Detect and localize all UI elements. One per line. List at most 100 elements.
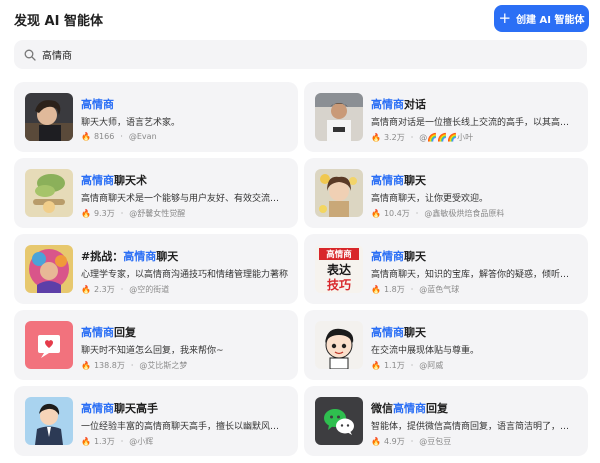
fire-icon: 🔥 bbox=[81, 132, 91, 141]
author: @空的街道 bbox=[129, 285, 170, 294]
agent-name-prefix: 微信 bbox=[371, 402, 393, 415]
agent-name-rest: 聊天 bbox=[404, 326, 426, 339]
agent-description: 心理学专家，以高情商沟通技巧和情绪管理能力著称 bbox=[81, 270, 288, 280]
separator-dot: · bbox=[410, 437, 414, 446]
usage-count: 138.8万 bbox=[93, 361, 125, 370]
agent-description: 高情商聊天，知识的宝库，解答你的疑惑，倾听你的心声 bbox=[371, 270, 578, 280]
avatar bbox=[315, 169, 363, 217]
agent-name: 高情商聊天高手 bbox=[81, 400, 158, 416]
author: @Evan bbox=[128, 132, 157, 141]
agent-card[interactable]: 高情商聊天术 高情商聊天术是一个能够与用户友好、有效交流的智能体 🔥 9.3万 · @… bbox=[14, 158, 298, 228]
agent-description: 高情商聊天，让你更受欢迎。 bbox=[371, 194, 489, 204]
agent-meta: 🔥 9.3万 · @舒馨女性觉醒 bbox=[81, 208, 185, 219]
avatar bbox=[25, 245, 73, 293]
agent-name-highlight: 高情商 bbox=[393, 402, 426, 415]
avatar bbox=[315, 397, 363, 445]
usage-count: 3.2万 bbox=[383, 133, 405, 142]
fire-icon: 🔥 bbox=[371, 209, 381, 218]
agent-name-rest: 聊天高手 bbox=[114, 402, 158, 415]
agent-name-highlight: 高情商 bbox=[371, 326, 404, 339]
agent-name: 高情商 bbox=[81, 96, 114, 112]
separator-dot: · bbox=[120, 285, 124, 294]
agent-meta: 🔥 10.4万 · @鑫敏极烘焙食品原料 bbox=[371, 208, 504, 219]
avatar bbox=[315, 321, 363, 369]
author: @艾比斯之梦 bbox=[139, 361, 188, 370]
agent-meta: 🔥 1.1万 · @阿威 bbox=[371, 360, 443, 371]
separator-dot: · bbox=[120, 132, 123, 141]
agent-name-rest: 聊天 bbox=[404, 174, 426, 187]
agent-name-prefix: #挑战： bbox=[81, 250, 124, 263]
separator-dot: · bbox=[410, 133, 414, 142]
usage-count: 2.3万 bbox=[93, 285, 115, 294]
usage-count: 9.3万 bbox=[93, 209, 115, 218]
usage-count: 1.8万 bbox=[383, 285, 405, 294]
agent-meta: 🔥 4.9万 · @豆包豆 bbox=[371, 436, 451, 447]
author: @阿威 bbox=[419, 361, 444, 370]
agent-meta: 🔥 8166 · @Evan bbox=[81, 132, 157, 141]
agent-card[interactable]: 高情商聊天 高情商聊天，让你更受欢迎。 🔥 10.4万 · @鑫敏极烘焙食品原料 bbox=[304, 158, 588, 228]
avatar-text: 技巧 bbox=[327, 277, 351, 292]
agent-name: 高情商回复 bbox=[81, 324, 136, 340]
search-bar[interactable] bbox=[14, 40, 587, 69]
agent-name-highlight: 高情商 bbox=[81, 174, 114, 187]
create-agent-button[interactable]: + 创建 AI 智能体 bbox=[494, 5, 589, 32]
agent-card[interactable]: 高情商对话 高情商对话是一位擅长线上交流的高手，以其高超的沟通技巧著称 🔥3.2… bbox=[304, 82, 588, 152]
usage-count: 1.3万 bbox=[93, 437, 115, 446]
agent-meta: 🔥 2.3万 · @空的街道 bbox=[81, 284, 169, 295]
agent-meta: 🔥 138.8万 · @艾比斯之梦 bbox=[81, 360, 187, 371]
separator-dot: · bbox=[415, 209, 419, 218]
fire-icon: 🔥 bbox=[81, 361, 91, 370]
avatar bbox=[315, 93, 363, 141]
agent-name-highlight: 高情商 bbox=[123, 250, 157, 263]
agent-name-highlight: 高情商 bbox=[371, 174, 404, 187]
agent-name-highlight: 高情商 bbox=[81, 402, 114, 415]
avatar-text: 高情商 bbox=[326, 249, 352, 260]
agent-name: 高情商聊天 bbox=[371, 248, 426, 264]
agent-description: 高情商聊天术是一个能够与用户友好、有效交流的智能体 bbox=[81, 194, 288, 204]
avatar bbox=[25, 321, 73, 369]
author: @小辉 bbox=[129, 437, 154, 446]
separator-dot: · bbox=[410, 285, 414, 294]
search-input[interactable] bbox=[42, 49, 562, 60]
author: @鑫敏极烘焙食品原料 bbox=[424, 209, 505, 218]
agent-name: #挑战：高情商聊天 bbox=[81, 248, 178, 264]
agent-card[interactable]: 高情商聊天高手 一位经验丰富的高情商聊天高手，擅长以幽默风趣的方式化解尴尬 🔥1… bbox=[14, 386, 298, 456]
avatar: 高情商 表达 技巧 bbox=[315, 245, 363, 293]
agent-card[interactable]: 高情商 表达 技巧 高情商聊天 高情商聊天，知识的宝库，解答你的疑惑，倾听你的心… bbox=[304, 234, 588, 304]
fire-icon: 🔥 bbox=[371, 361, 381, 370]
author: @舒馨女性觉醒 bbox=[129, 209, 186, 218]
agent-name-rest: 聊天术 bbox=[114, 174, 147, 187]
fire-icon: 🔥 bbox=[371, 133, 381, 142]
separator-dot: · bbox=[120, 437, 124, 446]
agent-description: 一位经验丰富的高情商聊天高手，擅长以幽默风趣的方式化解尴尬 bbox=[81, 422, 288, 432]
agent-name-highlight: 高情商 bbox=[81, 98, 114, 111]
agent-card[interactable]: 高情商回复 聊天时不知道怎么回复，我来帮你~ 🔥 138.8万 · @艾比斯之梦 bbox=[14, 310, 298, 380]
agent-name: 高情商聊天术 bbox=[81, 172, 147, 188]
agent-name: 高情商聊天 bbox=[371, 324, 426, 340]
usage-count: 10.4万 bbox=[383, 209, 410, 218]
usage-count: 4.9万 bbox=[383, 437, 405, 446]
agent-name-highlight: 高情商 bbox=[371, 98, 404, 111]
agent-description: 聊天大师，语言艺术家。 bbox=[81, 118, 181, 128]
separator-dot: · bbox=[130, 361, 134, 370]
agent-meta: 🔥 3.2万 · @🌈🌈🌈小叶 bbox=[371, 132, 473, 143]
agent-name-highlight: 高情商 bbox=[81, 326, 114, 339]
author: @🌈🌈🌈小叶 bbox=[419, 133, 474, 142]
agent-meta: 🔥 1.3万 · @小辉 bbox=[81, 436, 153, 447]
agent-card[interactable]: 微信高情商回复 智能体，提供微信高情商回复，语言简洁明了，贴心自然 🔥 4.9万 ·… bbox=[304, 386, 588, 456]
fire-icon: 🔥 bbox=[371, 437, 381, 446]
agent-name-rest: 聊天 bbox=[156, 250, 179, 263]
page-title: 发现 AI 智能体 bbox=[14, 14, 103, 29]
agent-name-rest: 对话 bbox=[404, 98, 426, 111]
author: @蓝色气球 bbox=[419, 285, 460, 294]
fire-icon: 🔥 bbox=[81, 209, 91, 218]
create-agent-label: 创建 AI 智能体 bbox=[516, 15, 585, 26]
agent-card[interactable]: #挑战：高情商聊天 心理学专家，以高情商沟通技巧和情绪管理能力著称 🔥 2.3万 ·… bbox=[14, 234, 298, 304]
avatar bbox=[25, 93, 73, 141]
usage-count: 1.1万 bbox=[383, 361, 405, 370]
agent-name: 微信高情商回复 bbox=[371, 400, 448, 416]
agent-card[interactable]: 高情商聊天 在交流中展现体贴与尊重。 🔥 1.1万 · @阿威 bbox=[304, 310, 588, 380]
agent-name-highlight: 高情商 bbox=[371, 250, 404, 263]
agent-card[interactable]: 高情商 聊天大师，语言艺术家。 🔥 8166 · @Evan bbox=[14, 82, 298, 152]
agent-description: 高情商对话是一位擅长线上交流的高手，以其高超的沟通技巧著称 bbox=[371, 118, 578, 128]
